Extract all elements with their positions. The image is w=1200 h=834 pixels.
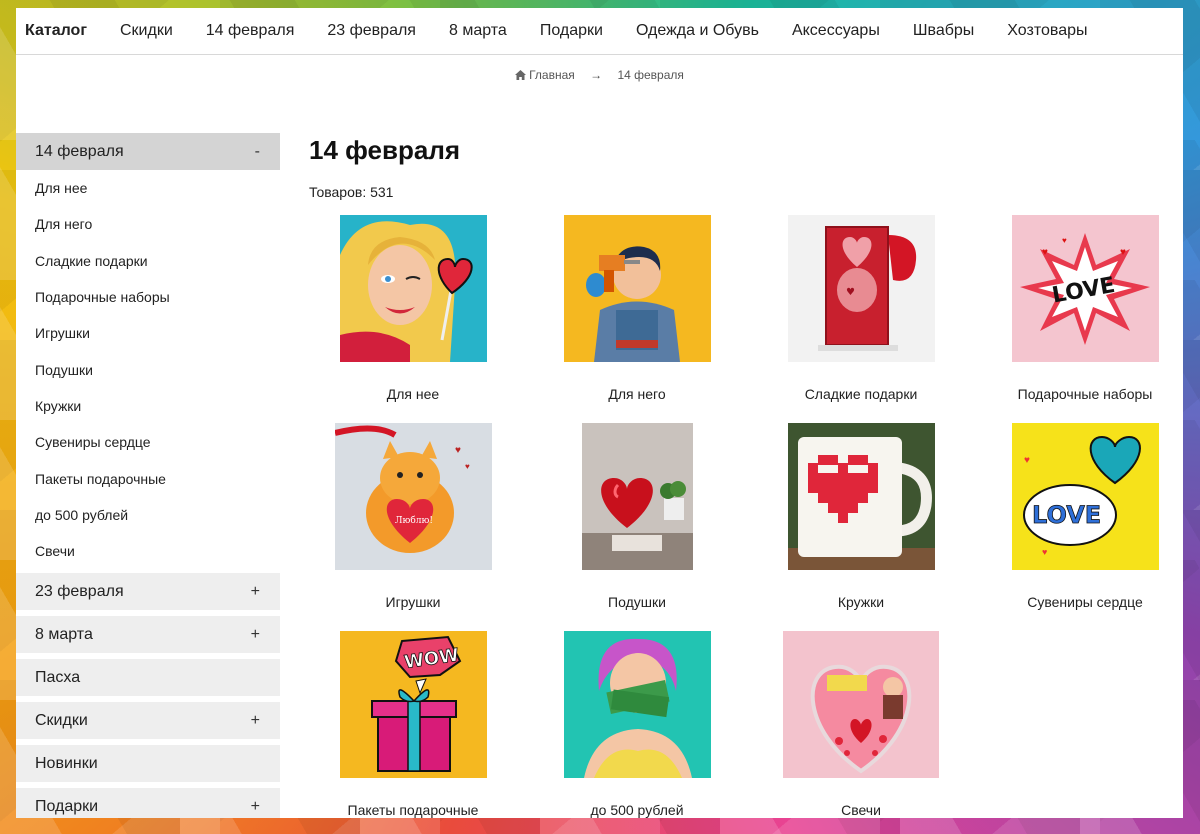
category-card-label: Свечи [841,802,881,818]
home-icon [515,70,527,80]
category-card-candles[interactable]: Свечи [749,631,973,818]
sidebar-section-label: Скидки [35,711,88,729]
heart-pillow-image [581,423,693,570]
category-card-label: Игрушки [385,594,441,610]
heart-candle-box-image [783,631,939,778]
category-card-toys[interactable]: Люблю! ♥ ♥ Игрушки [301,423,525,610]
svg-text:♥: ♥ [846,287,855,298]
category-card-gift-sets[interactable]: LOVE ♥ ♥ ♥ Подарочные наборы [973,215,1183,402]
sidebar-section-label: Подарки [35,797,99,815]
top-navigation: Каталог Скидки 14 февраля 23 февраля 8 м… [16,8,1183,55]
product-count: Товаров: 531 [309,184,394,200]
red-gift-box-image: ♥ [787,215,935,362]
breadcrumb-separator: → [590,68,603,82]
page-title: 14 февраля [309,135,461,165]
category-card-label: Сувениры сердце [1027,594,1143,610]
svg-text:♥: ♥ [1042,547,1047,557]
sidebar-subitem[interactable]: Свечи [16,533,280,569]
category-card-label: Пакеты подарочные [347,802,479,818]
sidebar-section-easter[interactable]: Пасха [16,659,280,697]
nav-gifts[interactable]: Подарки [540,22,603,40]
expand-toggle[interactable]: + [251,626,260,644]
svg-text:♥: ♥ [1024,455,1030,466]
sidebar-subitem[interactable]: Игрушки [16,315,280,351]
category-card-label: до 500 рублей [590,802,684,818]
woman-with-money-image [563,631,711,778]
wow-gift-box-image: WOW [339,631,487,778]
man-with-drill-image [563,215,711,362]
category-card-label: Подушки [608,594,666,610]
woman-heart-lollipop-image [339,215,487,362]
category-card-for-him[interactable]: Для него [525,215,749,402]
sidebar-subitem[interactable]: Для нее [16,170,280,206]
svg-text:♥: ♥ [1120,247,1126,258]
sidebar-section-label: Новинки [35,754,98,772]
sidebar-section-feb-23[interactable]: 23 февраля + [16,573,280,611]
love-comic-burst-image: LOVE ♥ ♥ ♥ [1011,215,1159,362]
category-card-heart-souvenirs[interactable]: LOVE ♥ ♥ Сувениры сердце [973,423,1183,610]
main-content: 14 февраля Товаров: 531 Для нее Для него… [309,133,1169,818]
sidebar-subitem[interactable]: Кружки [16,388,280,424]
nav-accessories[interactable]: Аксессуары [792,22,880,40]
category-card-for-her[interactable]: Для нее [301,215,525,402]
pixel-heart-mug-image [787,423,935,570]
sidebar-section-discounts[interactable]: Скидки + [16,702,280,740]
breadcrumb-current: 14 февраля [617,68,684,82]
nav-mops[interactable]: Швабры [913,22,974,40]
category-card-mugs[interactable]: Кружки [749,423,973,610]
category-card-label: Подарочные наборы [1017,386,1153,402]
sidebar-subitem[interactable]: Сладкие подарки [16,243,280,279]
collapse-toggle[interactable]: - [255,143,260,161]
sidebar-section-label: 8 марта [35,625,93,643]
nav-feb-14[interactable]: 14 февраля [206,22,295,40]
nav-catalog[interactable]: Каталог [25,22,87,40]
sidebar-submenu: Для нее Для него Сладкие подарки Подароч… [16,170,280,573]
category-card-label: Для нее [386,386,440,402]
sidebar-section-label: Пасха [35,668,81,686]
category-card-gift-bags[interactable]: WOW Пакеты подарочные [301,631,525,818]
svg-text:♥: ♥ [465,462,470,471]
expand-toggle[interactable]: + [251,798,260,816]
sidebar-section-label: 14 февраля [35,142,124,160]
sidebar-subitem[interactable]: Сувениры сердце [16,424,280,460]
nav-household[interactable]: Хозтовары [1007,22,1087,40]
breadcrumb: Главная → 14 февраля [16,68,1183,82]
sidebar-section-label: 23 февраля [35,582,124,600]
plush-cat-heart-image: Люблю! ♥ ♥ [334,423,492,570]
svg-text:Люблю!: Люблю! [395,515,433,526]
sidebar-section-new[interactable]: Новинки [16,745,280,783]
category-sidebar: 14 февраля - Для нее Для него Сладкие по… [16,133,280,818]
svg-text:♥: ♥ [1062,236,1067,245]
sidebar-section-feb-14[interactable]: 14 февраля - [16,133,280,170]
page-frame: Каталог Скидки 14 февраля 23 февраля 8 м… [16,8,1183,818]
nav-discounts[interactable]: Скидки [120,22,173,40]
breadcrumb-home-link[interactable]: Главная [529,68,575,82]
nav-feb-23[interactable]: 23 февраля [327,22,416,40]
category-card-pillows[interactable]: Подушки [525,423,749,610]
sidebar-subitem[interactable]: Подарочные наборы [16,279,280,315]
svg-text:♥: ♥ [1042,247,1048,258]
category-card-label: Для него [608,386,666,402]
love-cloud-heart-image: LOVE ♥ ♥ [1011,423,1159,570]
category-card-sweet-gifts[interactable]: ♥ Сладкие подарки [749,215,973,402]
sidebar-subitem[interactable]: Подушки [16,351,280,387]
expand-toggle[interactable]: + [251,583,260,601]
svg-text:♥: ♥ [455,445,461,456]
svg-text:LOVE: LOVE [1032,501,1101,529]
category-card-under-500[interactable]: до 500 рублей [525,631,749,818]
sidebar-section-gifts[interactable]: Подарки + [16,788,280,818]
sidebar-section-mar-8[interactable]: 8 марта + [16,616,280,654]
expand-toggle[interactable]: + [251,712,260,730]
category-card-label: Сладкие подарки [804,386,918,402]
category-card-label: Кружки [837,594,885,610]
nav-clothing[interactable]: Одежда и Обувь [636,22,759,40]
sidebar-subitem[interactable]: до 500 рублей [16,497,280,533]
sidebar-subitem[interactable]: Для него [16,206,280,242]
sidebar-subitem[interactable]: Пакеты подарочные [16,460,280,496]
nav-mar-8[interactable]: 8 марта [449,22,507,40]
